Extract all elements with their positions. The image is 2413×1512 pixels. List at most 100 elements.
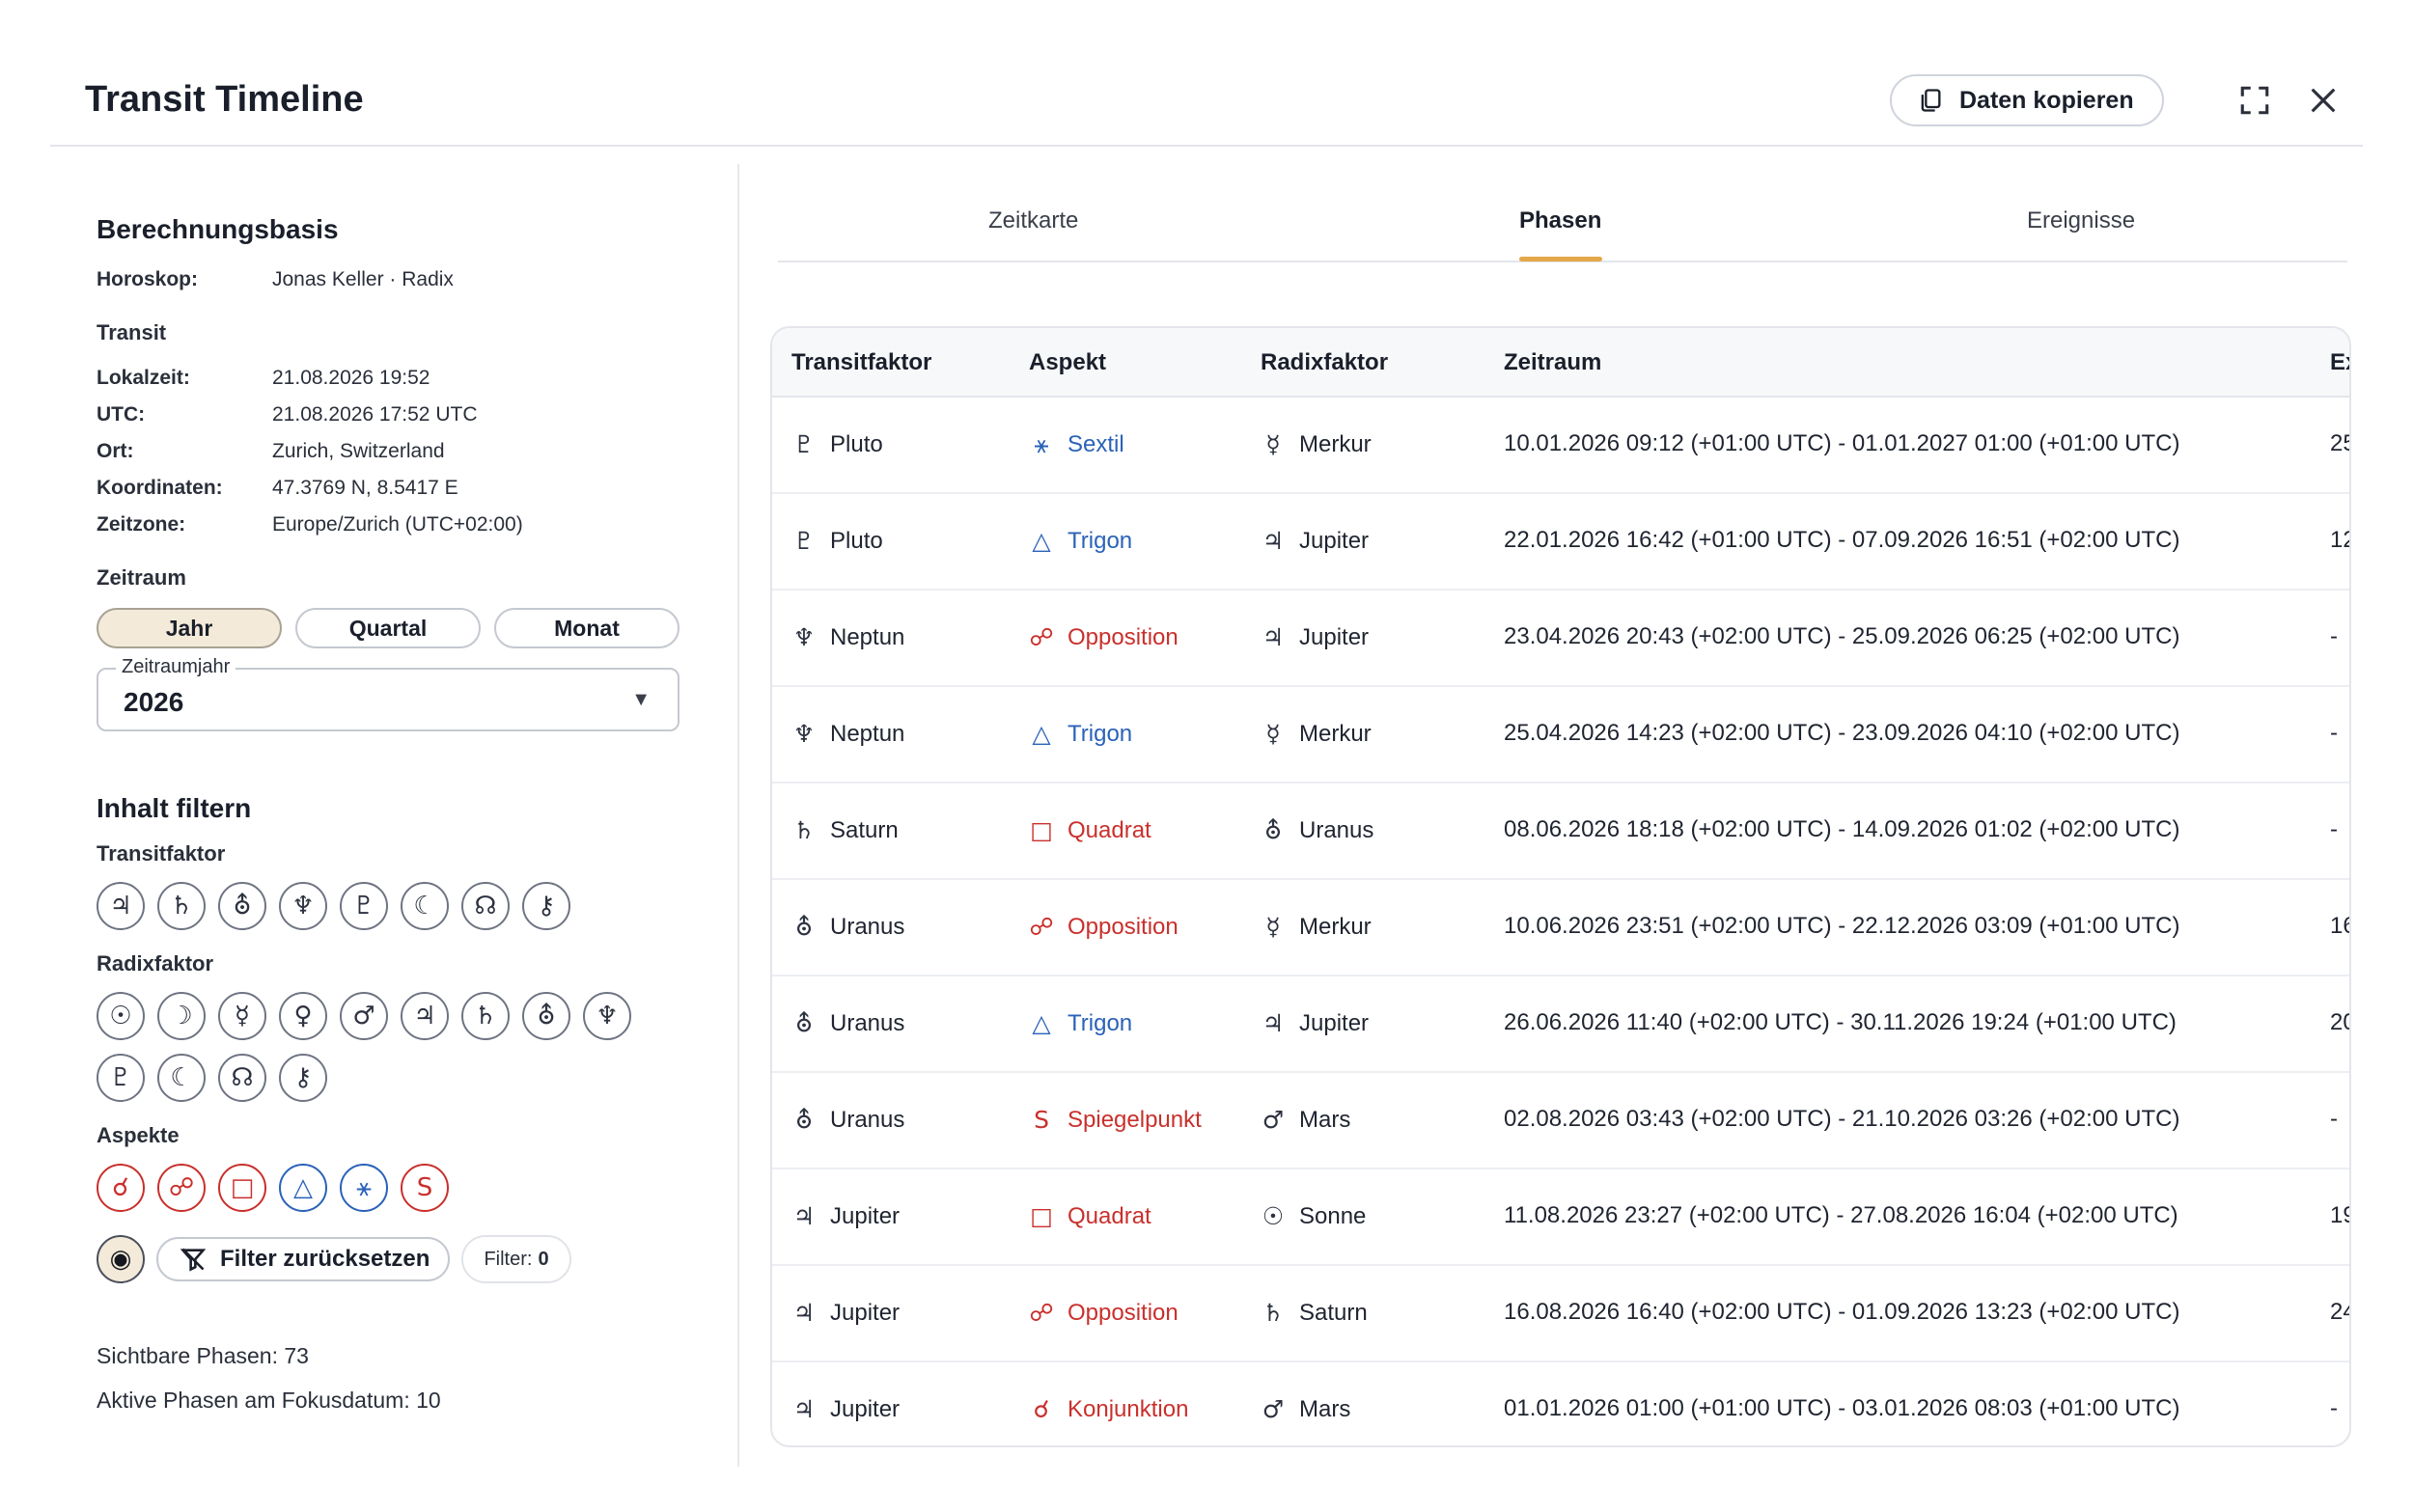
- transitfaktor-filter-chip[interactable]: ♃: [97, 882, 145, 930]
- table-row[interactable]: ♇ Pluto △ Trigon ♃ Jupiter 22.01.2026 16:42 (+…: [772, 494, 2349, 591]
- radixfaktor-name: Mars: [1299, 1395, 1351, 1422]
- aspekt-filter-chip[interactable]: S: [401, 1164, 449, 1212]
- transitfaktor-filter-chip[interactable]: ⛢: [218, 882, 266, 930]
- zeitraum-option-jahr[interactable]: Jahr: [97, 608, 282, 648]
- copy-data-button[interactable]: Daten kopieren: [1890, 74, 2164, 126]
- radixfaktor-filter-chip[interactable]: ⚷: [279, 1054, 327, 1102]
- transitfaktor-filter-chip[interactable]: ♆: [279, 882, 327, 930]
- tab-phasen[interactable]: Phasen: [1519, 207, 1601, 234]
- ex-cell: 12: [2330, 527, 2349, 553]
- aspekt-cell: ☍ Opposition: [1029, 913, 1178, 941]
- planet-icon: ♄: [1262, 1299, 1285, 1327]
- radixfaktor-filter-chip[interactable]: ☊: [218, 1054, 266, 1102]
- transitfaktor-cell: ♆ Neptun: [791, 720, 905, 748]
- aspekt-name: Trigon: [1068, 527, 1133, 554]
- close-icon: [2311, 88, 2336, 113]
- radixfaktor-filter-chip[interactable]: ☽: [157, 992, 206, 1040]
- filter-off-icon: [180, 1248, 207, 1272]
- transitfaktor-cell: ♃ Jupiter: [791, 1202, 900, 1230]
- radixfaktor-cell: ♄ Saturn: [1261, 1299, 1368, 1327]
- copy-icon: [1921, 89, 1941, 112]
- planet-icon: ♃: [792, 1395, 816, 1423]
- aspekt-cell: ☌ Konjunktion: [1029, 1395, 1189, 1423]
- aspekt-name: Trigon: [1068, 1009, 1133, 1036]
- radixfaktor-filter-chip[interactable]: ☉: [97, 992, 145, 1040]
- radixfaktor-filter-chip[interactable]: ♂: [340, 992, 388, 1040]
- aspekt-name: Quadrat: [1068, 816, 1151, 843]
- transitfaktor-cell: ♄ Saturn: [791, 816, 899, 844]
- table-row[interactable]: ♃ Jupiter ☍ Opposition ♄ Saturn 16.08.2026 16:…: [772, 1266, 2349, 1362]
- table-row[interactable]: ♆ Neptun ☍ Opposition ♃ Jupiter 23.04.2026 20:…: [772, 591, 2349, 687]
- zeitraum-option-monat[interactable]: Monat: [494, 608, 680, 648]
- radixfaktor-filter-chip[interactable]: ♆: [583, 992, 631, 1040]
- aspect-icon: □: [1030, 1202, 1053, 1230]
- transitfaktor-filter-chip[interactable]: ☊: [461, 882, 510, 930]
- aspekt-cell: △ Trigon: [1029, 1009, 1132, 1037]
- toggle-all-button[interactable]: ◉: [97, 1235, 145, 1283]
- aspekt-cell: ☍ Opposition: [1029, 1299, 1178, 1327]
- filter-count-value: 0: [538, 1248, 549, 1270]
- col-radixfaktor[interactable]: Radixfaktor: [1261, 349, 1388, 376]
- zeitraum-cell: 08.06.2026 18:18 (+02:00 UTC) - 14.09.20…: [1504, 816, 2180, 842]
- transitfaktor-filter-chip[interactable]: ♇: [340, 882, 388, 930]
- planet-icon: ♄: [792, 816, 816, 844]
- col-zeitraum[interactable]: Zeitraum: [1504, 349, 1601, 376]
- col-aspekt[interactable]: Aspekt: [1029, 349, 1106, 376]
- transitfaktor-cell: ⛢ Uranus: [791, 1106, 905, 1134]
- utc-key: UTC:: [97, 403, 146, 426]
- table-row[interactable]: ♇ Pluto ⚹ Sextil ☿ Merkur 10.01.2026 09:12 (+0…: [772, 398, 2349, 494]
- radixfaktor-name: Jupiter: [1299, 623, 1370, 650]
- planet-icon: ♃: [792, 1202, 816, 1230]
- transitfaktor-cell: ♇ Pluto: [791, 527, 883, 555]
- active-tab-indicator: [1519, 257, 1602, 261]
- table-row[interactable]: ⛢ Uranus ☍ Opposition ☿ Merkur 10.06.2026 23:5…: [772, 880, 2349, 976]
- aspekt-name: Opposition: [1068, 623, 1179, 650]
- zeitraumjahr-select[interactable]: Zeitraumjahr 2026 ▼: [97, 656, 680, 731]
- radixfaktor-filter-chip[interactable]: ☾: [157, 1054, 206, 1102]
- tab-zeitkarte[interactable]: Zeitkarte: [988, 207, 1078, 234]
- aspekt-filter-chip[interactable]: △: [279, 1164, 327, 1212]
- reset-filter-button[interactable]: Filter zurücksetzen: [156, 1237, 450, 1281]
- transitfaktor-name: Jupiter: [830, 1395, 901, 1422]
- radixfaktor-filter-chip[interactable]: ♃: [401, 992, 449, 1040]
- table-row[interactable]: ♃ Jupiter □ Quadrat ☉ Sonne 11.08.2026 23:27 (…: [772, 1169, 2349, 1266]
- zeitraum-title: Zeitraum: [97, 565, 186, 590]
- aspekt-filter-chip[interactable]: ⚹: [340, 1164, 388, 1212]
- reset-filter-label: Filter zurücksetzen: [220, 1246, 430, 1272]
- table-row[interactable]: ♆ Neptun △ Trigon ☿ Merkur 25.04.2026 14:23 (+…: [772, 687, 2349, 783]
- col-ex[interactable]: Ex: [2330, 349, 2349, 376]
- table-header: Transitfaktor Aspekt Radixfaktor Zeitrau…: [772, 328, 2349, 398]
- transitfaktor-cell: ♃ Jupiter: [791, 1395, 900, 1423]
- tab-ereignisse[interactable]: Ereignisse: [2027, 207, 2135, 234]
- aspekt-filter-chip[interactable]: ☌: [97, 1164, 145, 1212]
- expand-button[interactable]: [2235, 81, 2274, 120]
- radixfaktor-name: Merkur: [1299, 913, 1372, 940]
- radixfaktor-filter-chip[interactable]: ☿: [218, 992, 266, 1040]
- koordinaten-value: 47.3769 N, 8.5417 E: [272, 477, 458, 499]
- zeitraum-option-quartal[interactable]: Quartal: [295, 608, 481, 648]
- transitfaktor-cell: ⛢ Uranus: [791, 913, 905, 941]
- transitfaktor-filter-chip[interactable]: ⚷: [522, 882, 570, 930]
- zeitraum-cell: 10.01.2026 09:12 (+01:00 UTC) - 01.01.20…: [1504, 430, 2180, 456]
- transitfaktor-filter-chip[interactable]: ♄: [157, 882, 206, 930]
- radixfaktor-filter-chip[interactable]: ♇: [97, 1054, 145, 1102]
- radixfaktor-name: Uranus: [1299, 816, 1374, 843]
- expand-icon: [2240, 86, 2269, 115]
- table-row[interactable]: ♃ Jupiter ☌ Konjunktion ♂ Mars 01.01.2026 01:0…: [772, 1362, 2349, 1445]
- aspekt-filter-chip[interactable]: ☍: [157, 1164, 206, 1212]
- radixfaktor-filter-chip[interactable]: ⛢: [522, 992, 570, 1040]
- col-transitfaktor[interactable]: Transitfaktor: [791, 349, 931, 376]
- aspekt-cell: ☍ Opposition: [1029, 623, 1179, 651]
- aspekt-cell: △ Trigon: [1029, 527, 1132, 555]
- table-row[interactable]: ⛢ Uranus △ Trigon ♃ Jupiter 26.06.2026 11:40 (…: [772, 976, 2349, 1073]
- close-button[interactable]: [2304, 81, 2343, 120]
- aspekt-filter-chip[interactable]: □: [218, 1164, 266, 1212]
- radixfaktor-filter-chip[interactable]: ♀: [279, 992, 327, 1040]
- radixfaktor-cell: ☉ Sonne: [1261, 1202, 1367, 1230]
- table-row[interactable]: ⛢ Uranus S Spiegelpunkt ♂ Mars 02.08.2026 03:4…: [772, 1073, 2349, 1169]
- ex-cell: -: [2330, 720, 2338, 746]
- table-row[interactable]: ♄ Saturn □ Quadrat ⛢ Uranus 08.06.2026 18:18 (…: [772, 783, 2349, 880]
- ex-cell: 19: [2330, 1202, 2349, 1228]
- transitfaktor-filter-chip[interactable]: ☾: [401, 882, 449, 930]
- radixfaktor-filter-chip[interactable]: ♄: [461, 992, 510, 1040]
